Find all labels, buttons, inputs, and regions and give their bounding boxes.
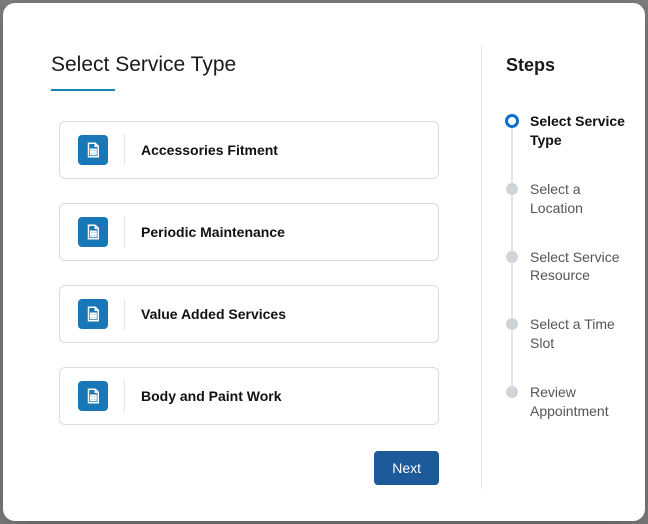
document-icon [78,135,108,165]
step-dot-icon [506,318,518,330]
option-periodic-maintenance[interactable]: Periodic Maintenance [59,203,439,261]
step-line [511,195,513,253]
option-body-and-paint-work[interactable]: Body and Paint Work [59,367,439,425]
step-dot-icon [506,183,518,195]
next-button[interactable]: Next [374,451,439,485]
step-review-appointment: Review Appointment [506,383,631,421]
option-label: Value Added Services [141,306,286,322]
steps-list: Select Service Type Select a Location Se… [506,112,631,421]
service-options: Accessories Fitment Periodic Maintenance [59,121,439,425]
step-dot-icon [505,114,519,128]
option-divider [124,380,125,412]
option-divider [124,216,125,248]
page-title: Select Service Type [51,53,439,77]
main-panel: Select Service Type Accessories Fitment [3,3,481,521]
title-underline [51,89,115,91]
steps-panel: Steps Select Service Type Select a Locat… [481,45,645,489]
step-line [511,127,513,185]
document-icon [78,381,108,411]
step-label: Select a Time Slot [530,316,615,351]
step-line [511,263,513,321]
step-label: Review Appointment [530,384,609,419]
step-dot-icon [506,386,518,398]
step-line [511,330,513,388]
step-label: Select Service Resource [530,249,619,284]
step-select-location: Select a Location [506,180,631,248]
option-divider [124,298,125,330]
step-label: Select a Location [530,181,583,216]
step-dot-icon [506,251,518,263]
step-select-service-type: Select Service Type [506,112,631,180]
option-label: Body and Paint Work [141,388,282,404]
option-accessories-fitment[interactable]: Accessories Fitment [59,121,439,179]
option-value-added-services[interactable]: Value Added Services [59,285,439,343]
option-label: Periodic Maintenance [141,224,285,240]
step-select-time-slot: Select a Time Slot [506,315,631,383]
footer: Next [51,451,439,485]
document-icon [78,299,108,329]
steps-title: Steps [506,55,631,76]
option-divider [124,134,125,166]
option-label: Accessories Fitment [141,142,278,158]
modal-dialog: Select Service Type Accessories Fitment [3,3,645,521]
document-icon [78,217,108,247]
step-label: Select Service Type [530,113,625,148]
step-select-service-resource: Select Service Resource [506,248,631,316]
